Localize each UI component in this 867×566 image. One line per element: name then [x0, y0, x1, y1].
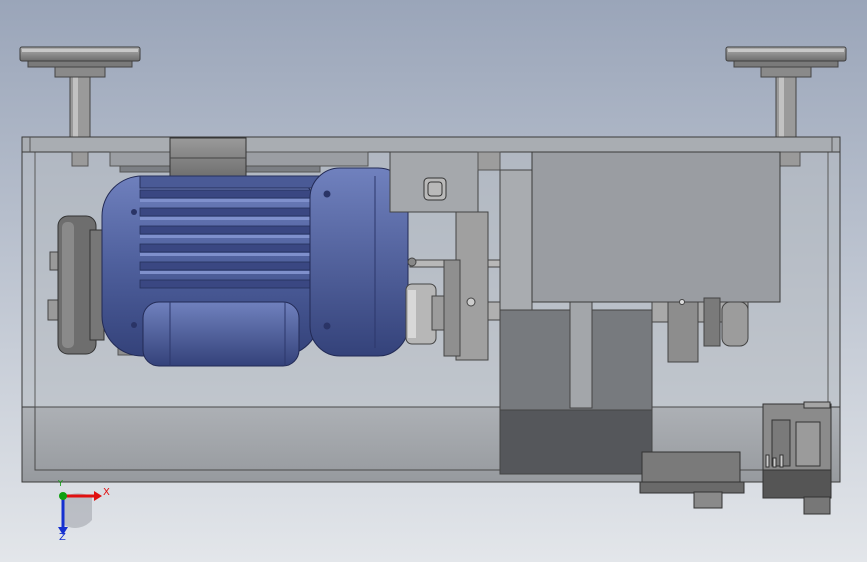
terminal-block [762, 401, 832, 515]
x-axis-label: X [103, 487, 110, 498]
top-plate [21, 136, 841, 153]
top-clamp-block [169, 137, 247, 183]
motor-terminal-box [139, 175, 321, 189]
machine-assembly-drawing [0, 0, 867, 562]
control-box [531, 151, 781, 303]
y-axis-dot [59, 492, 67, 500]
cad-viewport[interactable]: X Y Z [0, 0, 867, 562]
y-axis-label: Y [58, 479, 63, 488]
motor-capacitor [142, 301, 300, 367]
z-axis-label: Z [59, 532, 66, 543]
electric-motor[interactable] [101, 167, 409, 367]
